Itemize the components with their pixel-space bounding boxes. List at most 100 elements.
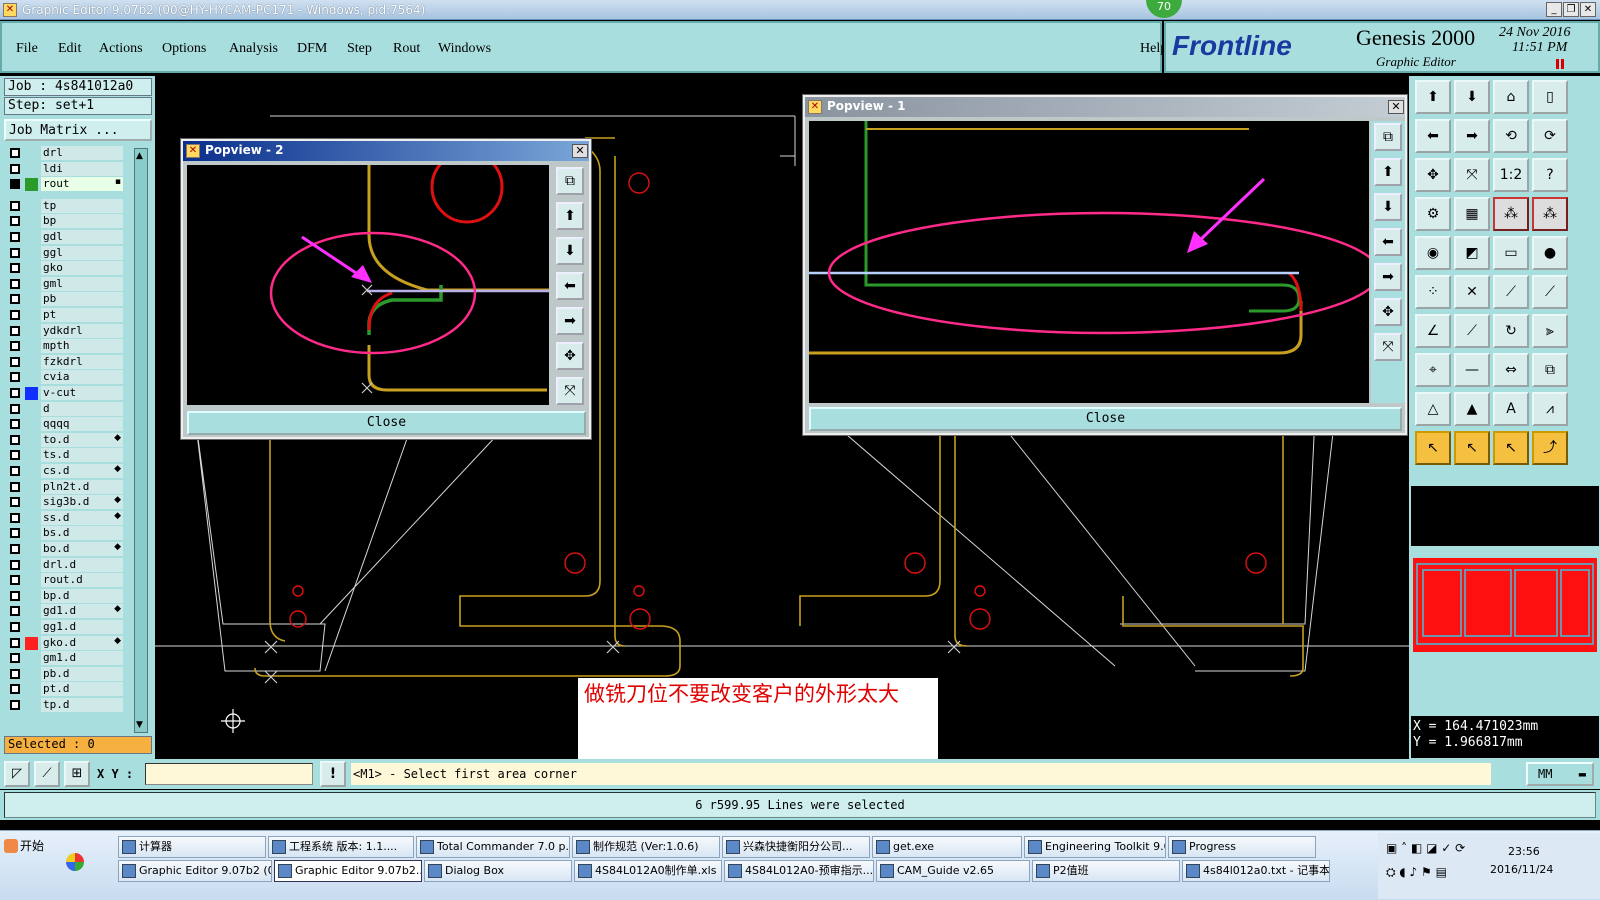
layer-row-qqqq[interactable]: qqqq — [8, 417, 123, 432]
layer-checkbox[interactable] — [10, 544, 20, 554]
popview-1-canvas[interactable] — [809, 121, 1369, 403]
taskbar-item-row2-2[interactable]: Dialog Box — [424, 860, 572, 882]
tool-add-0-icon[interactable]: △ — [1415, 392, 1451, 426]
pop2-pan-left-button[interactable]: ⬅ — [556, 272, 584, 300]
taskbar-item-row1-2[interactable]: Total Commander 7.0 p... — [416, 836, 570, 858]
taskbar-item-row1-3[interactable]: 制作规范 (Ver:1.0.6) — [572, 836, 720, 858]
xy-input[interactable] — [145, 763, 313, 785]
layer-row-gko.d[interactable]: gko.d ◆ — [8, 635, 123, 651]
pop2-zoom-out-button[interactable]: ⤧ — [556, 377, 584, 405]
layer-row-d[interactable]: d — [8, 401, 123, 417]
tool-pan-2-icon[interactable]: ⟲ — [1493, 119, 1529, 153]
layer-row-cvia[interactable]: cvia — [8, 370, 123, 385]
tool-fit-0-icon[interactable]: ⚙ — [1415, 197, 1451, 231]
menu-rout[interactable]: Rout — [393, 41, 420, 57]
menu-step[interactable]: Step — [347, 41, 372, 57]
layer-checkbox[interactable] — [10, 263, 20, 274]
layer-checkbox[interactable] — [10, 403, 20, 414]
layer-row-rout.d[interactable]: rout.d — [8, 573, 123, 588]
maximize-button[interactable]: ❐ — [1563, 2, 1579, 17]
taskbar-item-row2-7[interactable]: 4s84l012a0.txt - 记事本 — [1182, 860, 1330, 882]
tool-view-2-icon[interactable]: ▭ — [1493, 236, 1529, 270]
tool-snap-0-icon[interactable]: ⁘ — [1415, 275, 1451, 309]
taskbar-item-row1-4[interactable]: 兴森快捷衡阳分公司... — [722, 836, 870, 858]
layer-checkbox[interactable] — [10, 388, 20, 398]
scroll-up-icon[interactable]: ▲ — [136, 151, 143, 161]
tool-select-1-icon[interactable]: ↖ — [1454, 431, 1490, 465]
layer-checkbox[interactable] — [10, 216, 20, 227]
layer-checkbox[interactable] — [10, 637, 20, 648]
pop1-pan-right-button[interactable]: ➡ — [1374, 263, 1402, 291]
taskbar-item-row2-4[interactable]: 4S84L012A0-预审指示.... — [724, 860, 874, 882]
exclamation-button[interactable]: ! — [320, 761, 346, 787]
tool-fit-2-icon[interactable]: ⁂ — [1493, 197, 1529, 231]
taskbar-item-row1-0[interactable]: 计算器 — [118, 836, 266, 858]
layer-row-sig3b.d[interactable]: sig3b.d ◆ — [8, 495, 123, 510]
layer-checkbox[interactable] — [10, 466, 20, 476]
close-window-button[interactable]: ✕ — [1580, 2, 1596, 17]
layer-checkbox[interactable] — [10, 200, 20, 211]
taskbar-item-row2-0[interactable]: Graphic Editor 9.07b2 (0... — [118, 860, 272, 882]
pop2-pan-up-button[interactable]: ⬆ — [556, 202, 584, 230]
tool-snap-3-icon[interactable]: ⟋ — [1532, 275, 1568, 309]
pop2-pan-down-button[interactable]: ⬇ — [556, 237, 584, 265]
layer-row-mpth[interactable]: mpth — [8, 339, 123, 354]
layer-row-fzkdrl[interactable]: fzkdrl — [8, 354, 123, 370]
tool-fit-1-icon[interactable]: ▦ — [1454, 197, 1490, 231]
layer-checkbox[interactable] — [10, 481, 20, 492]
layer-checkbox[interactable] — [10, 559, 20, 570]
layer-checkbox[interactable] — [10, 148, 20, 158]
layer-row-gml[interactable]: gml — [8, 276, 123, 292]
popview-1-close-icon[interactable]: ✕ — [1388, 100, 1404, 114]
pop2-zoom-home-button[interactable]: ⧉ — [556, 167, 584, 195]
minimize-button[interactable]: _ — [1546, 2, 1562, 17]
tool-edit-1-icon[interactable]: — — [1454, 353, 1490, 387]
layer-row-ldi[interactable]: ldi — [8, 161, 123, 177]
tool-move-3-icon[interactable]: ? — [1532, 158, 1568, 192]
tool-add-1-icon[interactable]: ▲ — [1454, 392, 1490, 426]
menu-edit[interactable]: Edit — [58, 41, 81, 57]
step-preview[interactable] — [1413, 558, 1597, 652]
taskbar-item-row1-6[interactable]: Engineering Toolkit 9.0... — [1024, 836, 1166, 858]
tool-snap-1-icon[interactable]: ✕ — [1454, 275, 1490, 309]
taskbar-item-row2-6[interactable]: P2值班 — [1032, 860, 1180, 882]
layer-row-pb.d[interactable]: pb.d — [8, 666, 123, 682]
pop2-pan-right-button[interactable]: ➡ — [556, 307, 584, 335]
layer-checkbox[interactable] — [10, 575, 20, 586]
tool-move-2-icon[interactable]: 1:2 — [1493, 158, 1529, 192]
pop2-zoom-in-button[interactable]: ✥ — [556, 342, 584, 370]
tool-draw-0-icon[interactable]: ∠ — [1415, 314, 1451, 348]
tool-view-3-icon[interactable]: ● — [1532, 236, 1568, 270]
layer-scrollbar[interactable]: ▲ ▼ — [134, 148, 148, 733]
pop1-zoom-out-button[interactable]: ⤧ — [1374, 333, 1402, 361]
layer-row-ydkdrl[interactable]: ydkdrl — [8, 323, 123, 339]
layer-checkbox[interactable] — [10, 341, 20, 352]
layer-row-v-cut[interactable]: v-cut — [8, 386, 123, 401]
layer-row-ts.d[interactable]: ts.d — [8, 448, 123, 463]
taskbar-item-row1-1[interactable]: 工程系统 版本: 1.1.... — [268, 836, 414, 858]
layer-row-ss.d[interactable]: ss.d ◆ — [8, 510, 123, 526]
layer-row-gdl[interactable]: gdl — [8, 230, 123, 245]
tool-draw-1-icon[interactable]: ⟋ — [1454, 314, 1490, 348]
taskbar-item-row2-3[interactable]: 4S84L012A0制作单.xls ... — [574, 860, 722, 882]
job-matrix-button[interactable]: Job Matrix ... — [4, 119, 152, 141]
start-button[interactable]: 开始 — [2, 835, 52, 857]
layer-row-to.d[interactable]: to.d ◆ — [8, 432, 123, 448]
menu-analysis[interactable]: Analysis — [229, 41, 278, 57]
layer-row-pb[interactable]: pb — [8, 292, 123, 307]
layer-checkbox[interactable] — [10, 163, 20, 174]
layer-row-cs.d[interactable]: cs.d ◆ — [8, 464, 123, 479]
layer-checkbox[interactable] — [10, 372, 20, 383]
tool-select-3-icon[interactable]: ⤴ — [1532, 431, 1568, 465]
layer-checkbox[interactable] — [10, 653, 20, 664]
tool-snap-2-icon[interactable]: ⟋ — [1493, 275, 1529, 309]
layer-row-bp[interactable]: bp — [8, 214, 123, 229]
layer-checkbox[interactable] — [10, 700, 20, 710]
layer-row-tp[interactable]: tp — [8, 198, 123, 214]
tool-draw-2-icon[interactable]: ↻ — [1493, 314, 1529, 348]
layer-checkbox[interactable] — [10, 419, 20, 430]
layer-checkbox[interactable] — [10, 247, 20, 258]
tool-view-0-icon[interactable]: ◉ — [1415, 236, 1451, 270]
layer-checkbox[interactable] — [10, 450, 20, 461]
pause-icon[interactable] — [1556, 59, 1564, 69]
